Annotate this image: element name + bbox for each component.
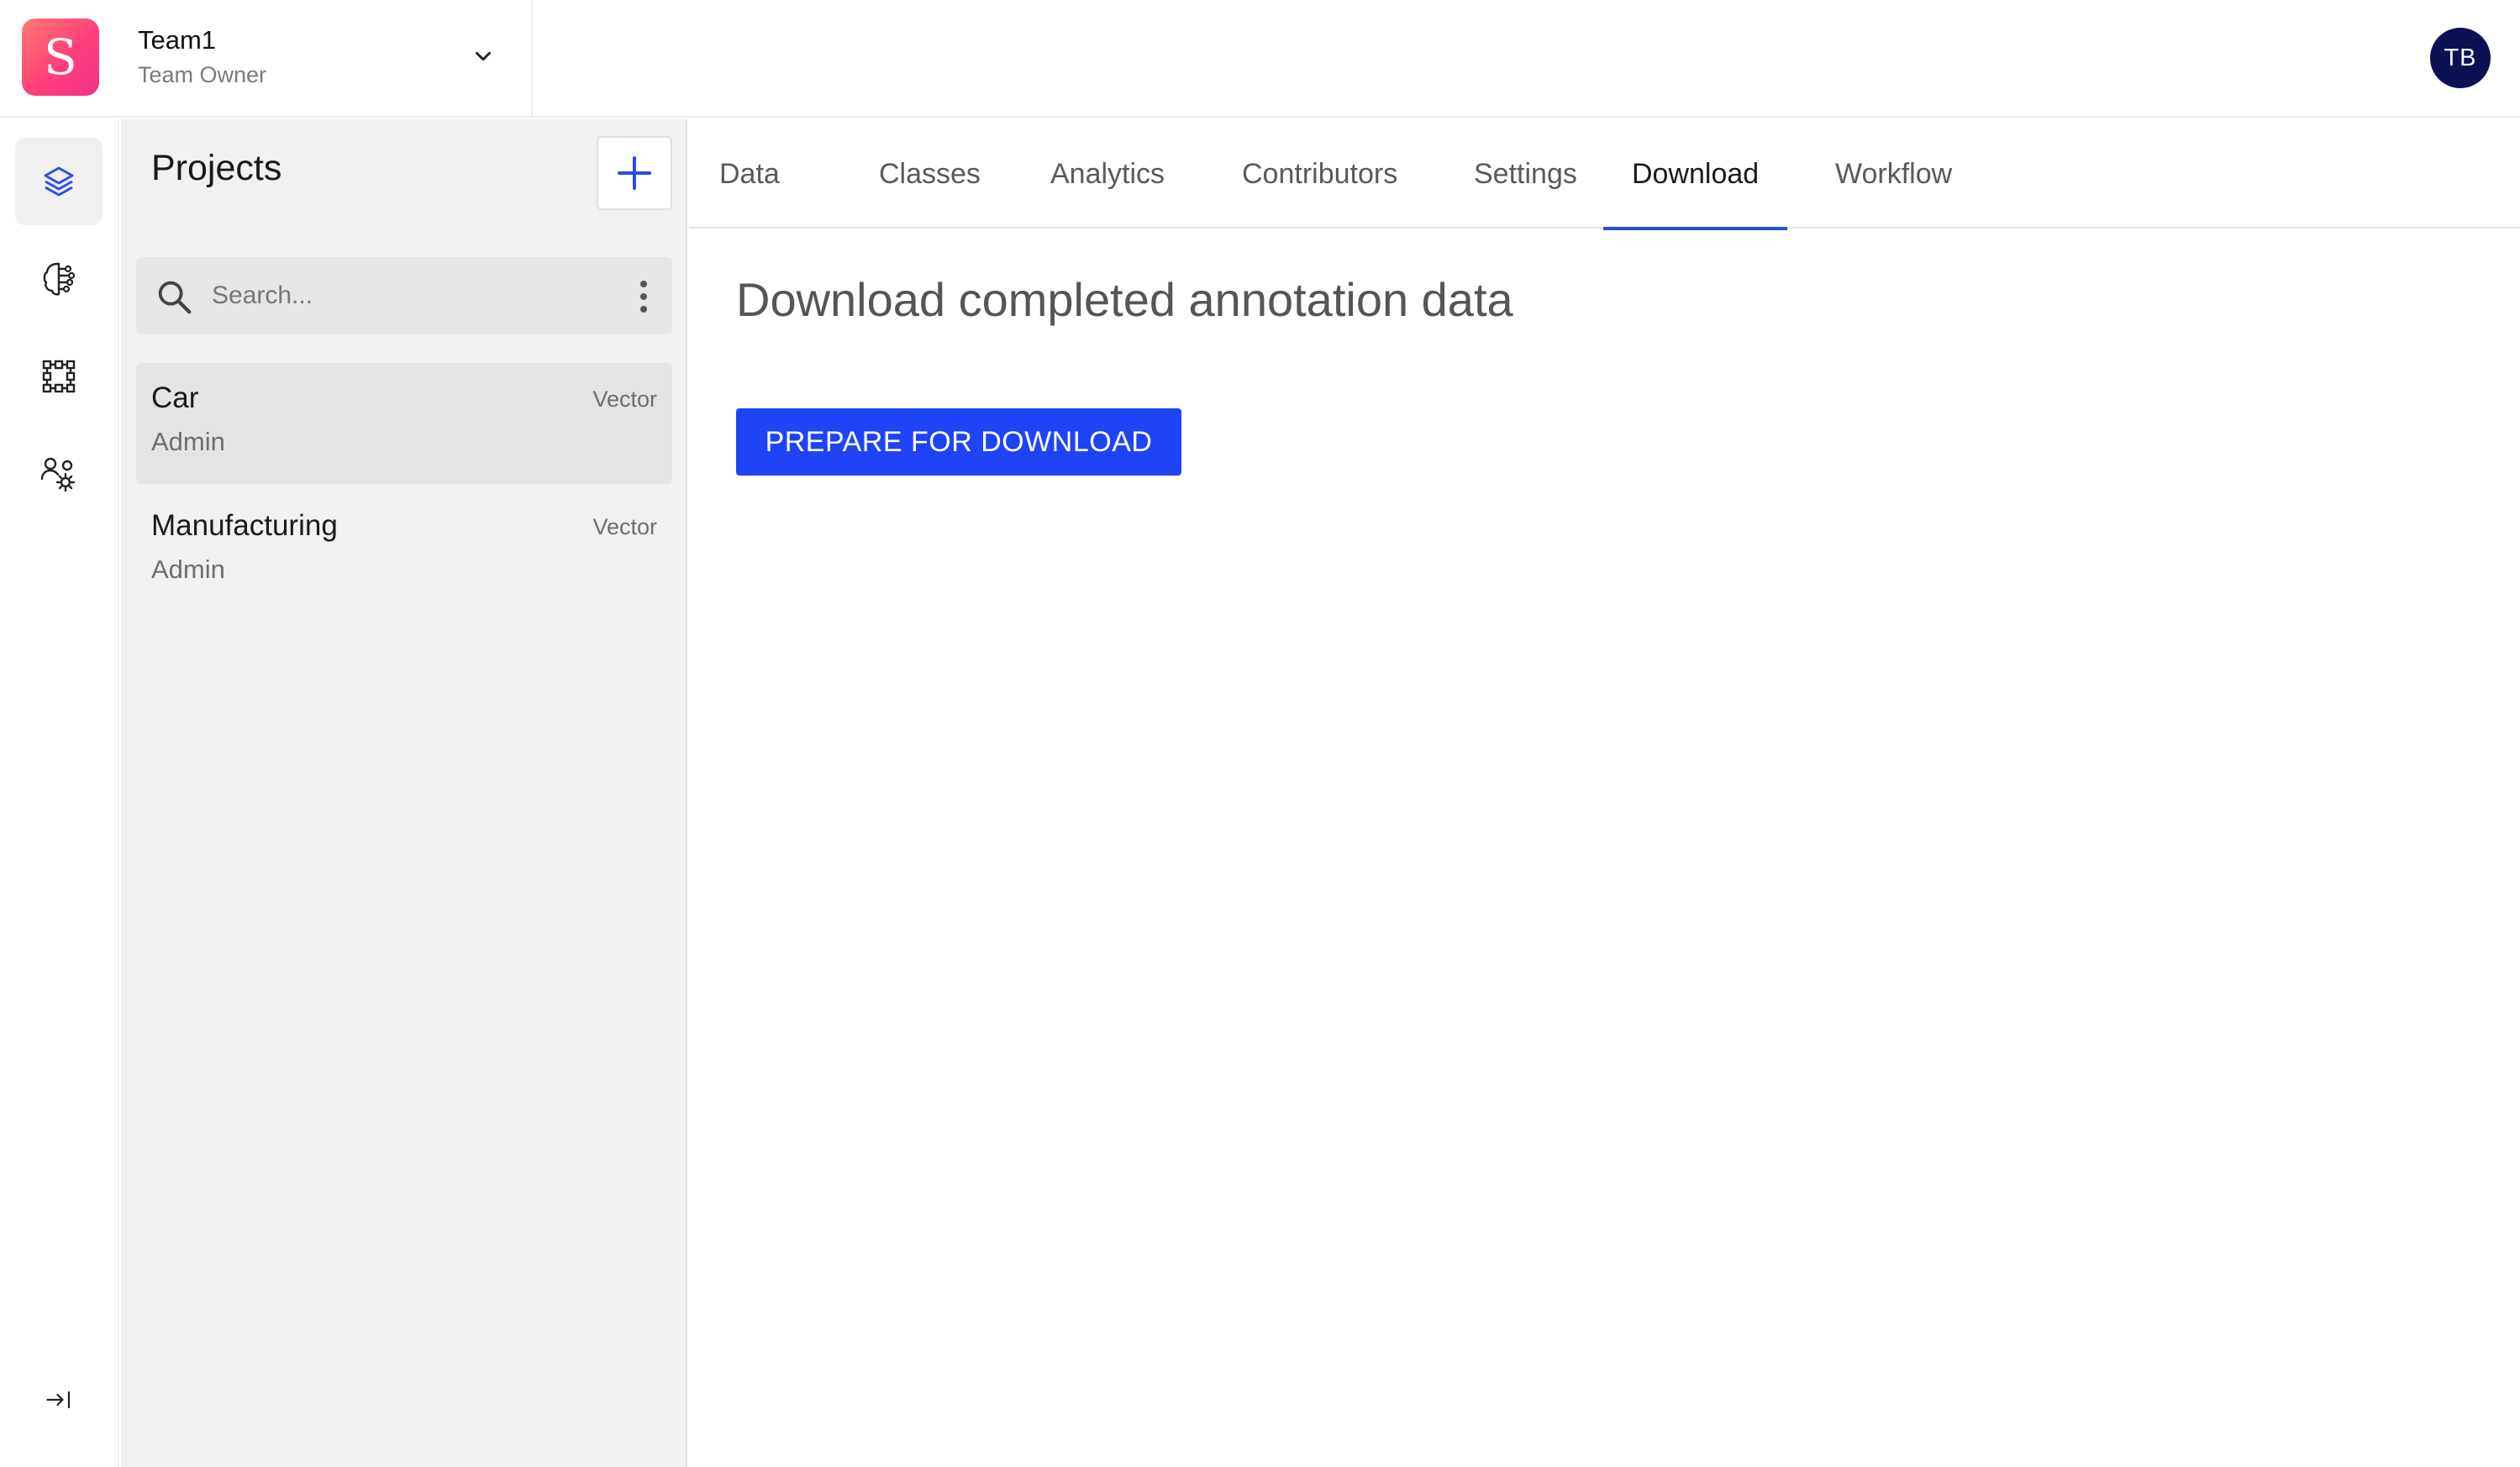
tab-workflow[interactable]: Workflow [1807,119,1981,229]
main-content: Data Classes Analytics Contributors Sett… [689,119,2520,1467]
plus-icon [618,156,651,190]
search-input[interactable] [212,274,598,318]
tab-download[interactable]: Download [1603,119,1788,230]
projects-icon [44,166,74,197]
chevron-down-icon[interactable] [471,44,496,69]
rail-item-projects[interactable] [15,138,103,225]
project-type: Vector [592,514,657,539]
collapse-sidebar-button[interactable] [39,1380,79,1420]
project-type: Vector [592,386,657,412]
team-role: Team Owner [138,62,267,87]
tab-contributors[interactable]: Contributors [1213,119,1426,229]
download-heading: Download completed annotation data [736,273,1513,326]
project-name: Manufacturing [151,509,338,542]
project-role: Admin [151,427,225,456]
rail-item-team-settings[interactable] [15,430,103,518]
search-icon [158,281,192,314]
project-name: Car [151,381,199,414]
user-avatar[interactable]: TB [2430,28,2491,88]
projects-title: Projects [151,148,282,188]
team-switcher[interactable]: S Team1 Team Owner [0,0,533,118]
project-search [136,257,672,334]
add-project-button[interactable] [597,136,672,210]
tab-classes[interactable]: Classes [850,119,1009,229]
neural-network-icon [43,262,76,296]
project-role: Admin [151,555,225,584]
collapse-right-icon [46,1391,71,1409]
more-options-icon[interactable] [635,277,652,316]
app-logo: S [22,18,99,96]
project-tabs: Data Classes Analytics Contributors Sett… [689,119,2520,230]
top-bar: S Team1 Team Owner TB [0,0,2520,118]
team-name: Team1 [138,25,217,55]
workflow-icon [42,360,76,393]
app-root: S Team1 Team Owner TB Projects Search...… [0,0,2520,1467]
rail-item-workflow[interactable] [15,333,103,420]
tab-settings[interactable]: Settings [1445,119,1606,229]
rail-item-neural-networks[interactable] [15,235,103,323]
team-settings-icon [40,457,76,492]
project-item-manufacturing[interactable]: Manufacturing Admin Vector [136,491,672,612]
project-item-car[interactable]: Car Admin Vector [136,363,672,484]
left-rail [0,119,119,1467]
tab-data[interactable]: Data [691,119,808,229]
projects-panel: Projects Car Admin Vector Manufacturin [121,119,687,1467]
prepare-for-download-button[interactable]: PREPARE FOR DOWNLOAD [736,408,1181,476]
tab-analytics[interactable]: Analytics [1022,119,1193,229]
